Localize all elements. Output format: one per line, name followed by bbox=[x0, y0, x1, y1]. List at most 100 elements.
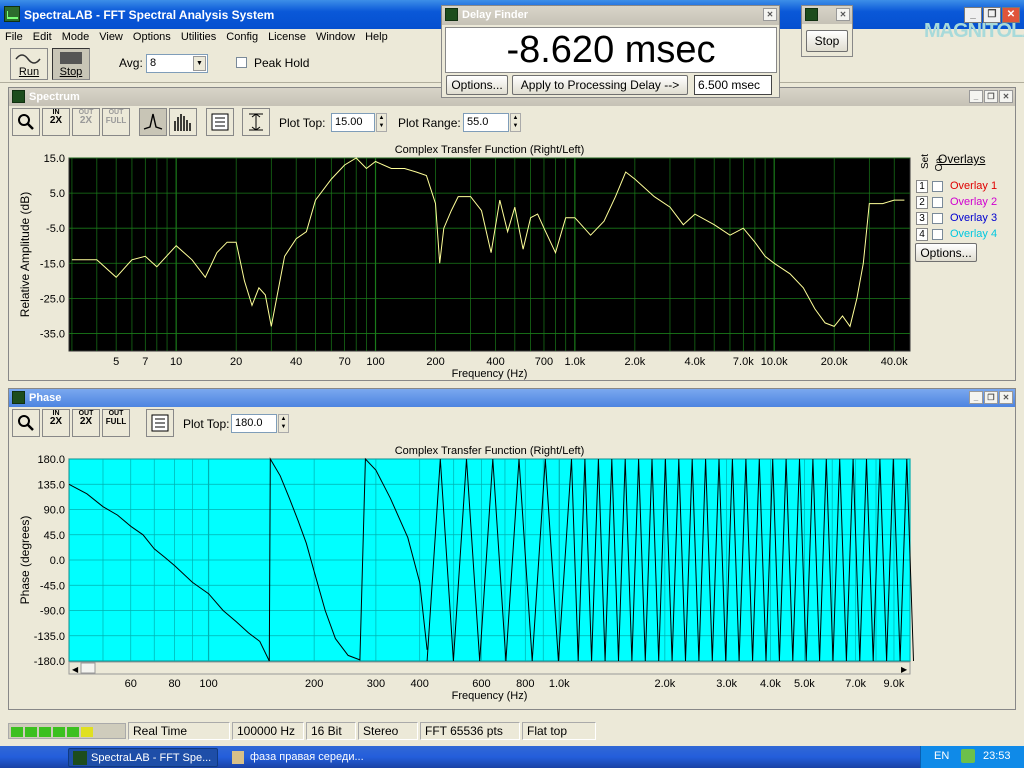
list-settings-icon bbox=[211, 113, 229, 131]
bar-mode-button[interactable] bbox=[169, 108, 197, 136]
x-tick-label: 40 bbox=[290, 356, 302, 368]
stop-mini-button[interactable]: Stop bbox=[806, 30, 848, 52]
overlays-options-label: Options... bbox=[920, 246, 972, 260]
spectrum-window: Spectrum _ ❐ ✕ IN 2X OUT 2X OUT FULL Plot Top… bbox=[8, 87, 1016, 381]
plot-top-input[interactable]: 15.00 bbox=[331, 113, 375, 132]
y-tick-label: -135.0 bbox=[34, 631, 65, 643]
overlay-checkbox[interactable] bbox=[932, 181, 943, 192]
stop-mini-window: ✕ Stop bbox=[801, 5, 853, 57]
sine-wave-icon bbox=[15, 54, 41, 64]
menu-options[interactable]: Options bbox=[128, 29, 176, 45]
menu-file[interactable]: File bbox=[0, 29, 28, 45]
level-meter bbox=[8, 723, 126, 739]
stop-mini-close-button[interactable]: ✕ bbox=[836, 8, 850, 21]
menu-window[interactable]: Window bbox=[311, 29, 360, 45]
overlays-set-label: Set bbox=[920, 154, 931, 170]
phase-minimize-button[interactable]: _ bbox=[969, 391, 983, 404]
phase-zoom-full-bottom: FULL bbox=[105, 417, 127, 426]
spectrum-zoom-in-button[interactable]: IN 2X bbox=[42, 108, 70, 136]
menu-license[interactable]: License bbox=[263, 29, 311, 45]
x-tick-label: 400 bbox=[411, 678, 429, 690]
spectrum-title: Spectrum bbox=[29, 91, 80, 103]
zoom-full-top: OUT bbox=[108, 109, 124, 116]
spectrum-close-button[interactable]: ✕ bbox=[999, 90, 1013, 103]
y-axis-label: Relative Amplitude (dB) bbox=[18, 192, 32, 317]
chart-title: Complex Transfer Function (Right/Left) bbox=[395, 445, 585, 457]
phase-plot-top-spinner[interactable]: ▲ ▼ bbox=[278, 414, 289, 433]
delay-finder-close-button[interactable]: ✕ bbox=[763, 8, 777, 21]
peak-hold-checkbox[interactable] bbox=[236, 57, 247, 68]
menu-config[interactable]: Config bbox=[221, 29, 263, 45]
line-mode-button[interactable] bbox=[139, 108, 167, 136]
plot-range-label: Plot Range: bbox=[398, 116, 461, 130]
meter-segment bbox=[67, 727, 79, 737]
phase-zoom-in-button[interactable]: IN 2X bbox=[42, 409, 70, 437]
chevron-down-icon[interactable]: ▼ bbox=[193, 56, 206, 71]
meter-segment bbox=[81, 727, 93, 737]
x-tick-label: 80 bbox=[168, 678, 180, 690]
taskbar-spectralab[interactable]: SpectraLAB - FFT Spe... bbox=[68, 748, 218, 767]
menu-edit[interactable]: Edit bbox=[28, 29, 57, 45]
overlay-set-button[interactable]: 4 bbox=[916, 228, 928, 241]
delay-options-button[interactable]: Options... bbox=[446, 75, 508, 95]
spectrum-settings-button[interactable] bbox=[206, 108, 234, 136]
status-bits: 16 Bit bbox=[306, 722, 356, 740]
status-bar: Real Time 100000 Hz 16 Bit Stereo FFT 65… bbox=[0, 718, 1024, 744]
plot-range-spinner[interactable]: ▲ ▼ bbox=[510, 113, 521, 132]
spectrum-restore-button[interactable]: ❐ bbox=[984, 90, 998, 103]
app-icon bbox=[4, 6, 20, 22]
menu-view[interactable]: View bbox=[94, 29, 128, 45]
spectrum-zoom-full-button[interactable]: OUT FULL bbox=[102, 108, 130, 136]
x-tick-label: 2.0k bbox=[624, 356, 645, 368]
overlay-checkbox[interactable] bbox=[932, 213, 943, 224]
plot-top-spinner[interactable]: ▲ ▼ bbox=[376, 113, 387, 132]
stop-icon bbox=[60, 52, 82, 64]
spectrum-scale-button[interactable] bbox=[242, 108, 270, 136]
overlays-options-button[interactable]: Options... bbox=[915, 243, 977, 262]
delay-finder-title: Delay Finder bbox=[462, 9, 529, 21]
phase-zoom-out-button[interactable]: OUT 2X bbox=[72, 409, 100, 437]
phase-titlebar[interactable]: Phase _ ❐ ✕ bbox=[9, 389, 1015, 407]
phase-chart[interactable]: Complex Transfer Function (Right/Left) 18… bbox=[9, 439, 1015, 709]
overlay-set-button[interactable]: 3 bbox=[916, 212, 928, 225]
language-indicator[interactable]: EN bbox=[934, 750, 949, 762]
tray-icon[interactable] bbox=[961, 749, 975, 763]
overlay-set-button[interactable]: 1 bbox=[916, 180, 928, 193]
phase-close-button[interactable]: ✕ bbox=[999, 391, 1013, 404]
phase-restore-button[interactable]: ❐ bbox=[984, 391, 998, 404]
x-tick-label: 700 bbox=[535, 356, 553, 368]
avg-select[interactable]: 8 ▼ bbox=[146, 54, 208, 73]
overlay-checkbox[interactable] bbox=[932, 229, 943, 240]
phase-zoom-full-button[interactable]: OUT FULL bbox=[102, 409, 130, 437]
spectrum-zoom-button[interactable] bbox=[12, 108, 40, 136]
phase-settings-button[interactable] bbox=[146, 409, 174, 437]
taskbar-document[interactable]: фаза правая середи... bbox=[228, 748, 378, 767]
plot-range-input[interactable]: 55.0 bbox=[463, 113, 509, 132]
plot-range-value: 55.0 bbox=[467, 116, 489, 128]
spectrum-chart[interactable]: Complex Transfer Function (Right/Left)15… bbox=[9, 138, 1015, 382]
y-tick-label: -90.0 bbox=[40, 606, 65, 618]
run-button[interactable]: Run bbox=[10, 48, 48, 80]
stop-mini-titlebar[interactable]: ✕ bbox=[802, 6, 852, 24]
delay-finder-window: Delay Finder ✕ -8.620 msec Options... Ap… bbox=[441, 5, 780, 98]
processing-delay-field: 6.500 msec bbox=[694, 75, 772, 95]
plot-top-label: Plot Top: bbox=[279, 116, 326, 130]
x-tick-label: 7.0k bbox=[845, 678, 866, 690]
x-tick-label: 10 bbox=[170, 356, 182, 368]
overlay-set-button[interactable]: 2 bbox=[916, 196, 928, 209]
phase-plot-top-input[interactable]: 180.0 bbox=[231, 414, 277, 433]
menu-help[interactable]: Help bbox=[360, 29, 393, 45]
horizontal-scrollbar bbox=[68, 661, 911, 675]
menu-mode[interactable]: Mode bbox=[57, 29, 95, 45]
phase-window: Phase _ ❐ ✕ IN 2X OUT 2X OUT FULL Plot Top: 1… bbox=[8, 388, 1016, 710]
zoom-full-bottom: FULL bbox=[105, 116, 127, 125]
delay-finder-titlebar[interactable]: Delay Finder ✕ bbox=[442, 6, 779, 25]
menu-utilities[interactable]: Utilities bbox=[176, 29, 221, 45]
overlay-checkbox[interactable] bbox=[932, 197, 943, 208]
overlays-header: Overlays bbox=[938, 152, 986, 166]
spectrum-zoom-out-button[interactable]: OUT 2X bbox=[72, 108, 100, 136]
apply-delay-button[interactable]: Apply to Processing Delay --> bbox=[512, 75, 688, 95]
spectrum-minimize-button[interactable]: _ bbox=[969, 90, 983, 103]
phase-zoom-button[interactable] bbox=[12, 409, 40, 437]
stop-button[interactable]: Stop bbox=[52, 48, 90, 80]
